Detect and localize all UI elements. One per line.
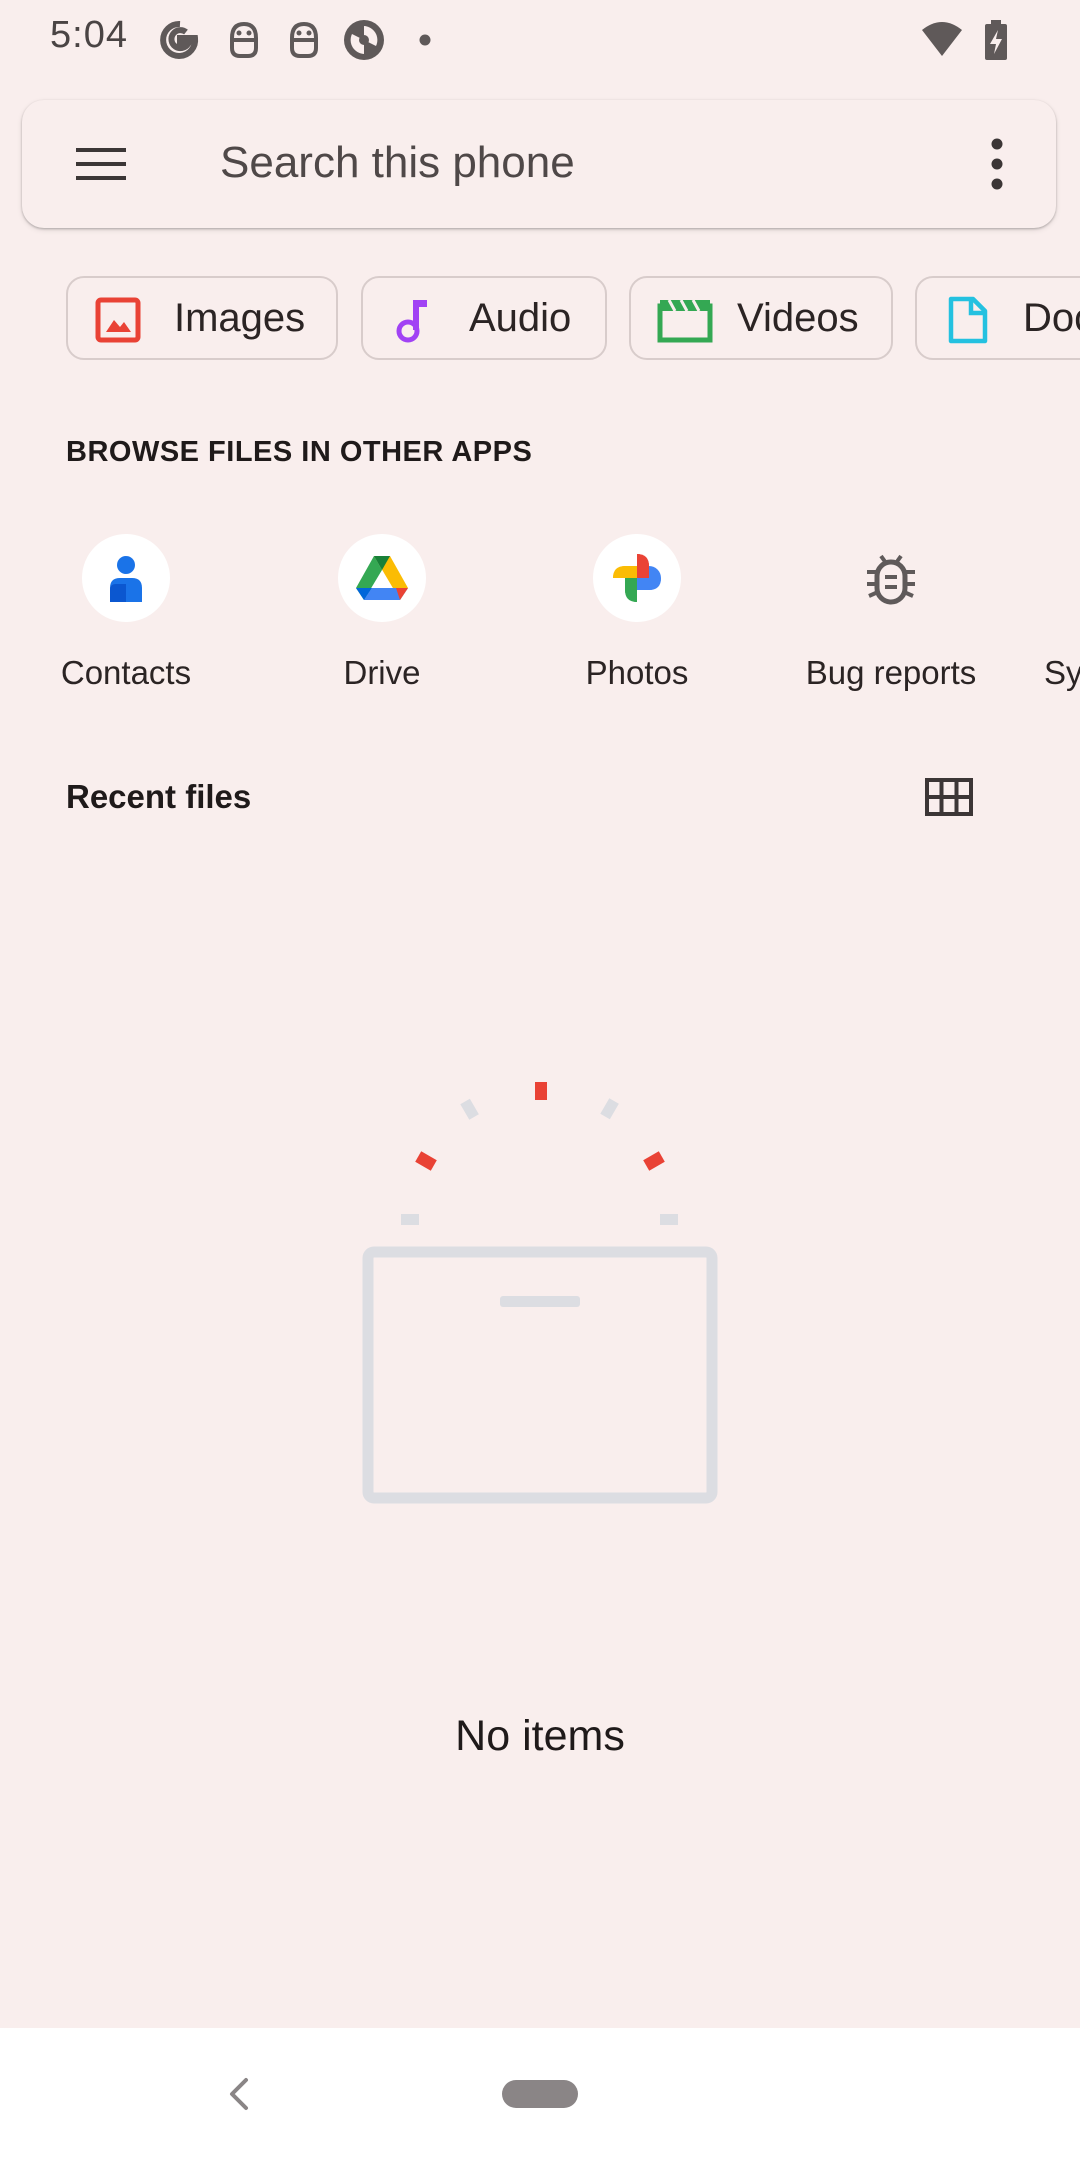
photos-icon bbox=[593, 534, 681, 622]
robot-icon bbox=[230, 21, 258, 58]
movie-icon bbox=[657, 299, 713, 343]
app-icon bbox=[344, 20, 384, 60]
bug-reports-app-shortcut[interactable]: Bug reports bbox=[771, 530, 1011, 700]
files-app-screen: 5:04 Search this phone Images Audio Vide… bbox=[0, 0, 1080, 2160]
search-bar[interactable]: Search this phone bbox=[22, 100, 1056, 228]
recent-files-title: Recent files bbox=[66, 778, 252, 815]
images-chip-label: Images bbox=[174, 296, 306, 340]
audio-chip-label: Audio bbox=[469, 296, 572, 340]
wifi-icon bbox=[922, 22, 962, 56]
document-icon bbox=[948, 296, 988, 344]
photos-app-shortcut[interactable]: Photos bbox=[517, 530, 757, 700]
bug-report-icon bbox=[847, 534, 935, 622]
browse-section-header: BROWSE FILES IN OTHER APPS bbox=[66, 436, 533, 468]
images-chip[interactable]: Images bbox=[66, 276, 338, 360]
system-label: System bbox=[1044, 654, 1080, 691]
status-bar: 5:04 bbox=[0, 0, 1080, 80]
google-icon bbox=[160, 20, 199, 59]
contacts-app-shortcut[interactable]: Contacts bbox=[6, 530, 246, 700]
search-input[interactable]: Search this phone bbox=[220, 138, 575, 188]
back-icon[interactable] bbox=[222, 2074, 258, 2114]
home-handle[interactable] bbox=[502, 2080, 578, 2108]
videos-chip-label: Videos bbox=[737, 296, 859, 340]
contacts-label: Contacts bbox=[60, 654, 192, 691]
image-icon bbox=[95, 297, 141, 343]
grid-view-icon[interactable] bbox=[924, 772, 974, 822]
drive-app-shortcut[interactable]: Drive bbox=[262, 530, 502, 700]
audio-chip[interactable]: Audio bbox=[361, 276, 607, 360]
documents-chip-label: Documents bbox=[1023, 296, 1080, 340]
drive-icon bbox=[338, 534, 426, 622]
hamburger-menu-icon[interactable] bbox=[74, 136, 130, 192]
dot-icon bbox=[419, 34, 431, 46]
videos-chip[interactable]: Videos bbox=[629, 276, 893, 360]
battery-charging-icon bbox=[985, 20, 1007, 60]
robot-icon bbox=[290, 21, 318, 58]
bug-reports-label: Bug reports bbox=[805, 654, 977, 691]
photos-label: Photos bbox=[585, 654, 689, 691]
status-time: 5:04 bbox=[50, 14, 128, 56]
system-app-shortcut[interactable]: System bbox=[1038, 530, 1080, 700]
more-vert-icon[interactable] bbox=[982, 134, 1012, 194]
navigation-bar bbox=[0, 2028, 1080, 2160]
empty-box-illustration bbox=[362, 1082, 718, 1504]
contacts-icon bbox=[82, 534, 170, 622]
documents-chip[interactable]: Documents bbox=[915, 276, 1080, 360]
music-note-icon bbox=[396, 300, 427, 343]
empty-state-text: No items bbox=[455, 1712, 625, 1760]
drive-label: Drive bbox=[343, 654, 421, 691]
